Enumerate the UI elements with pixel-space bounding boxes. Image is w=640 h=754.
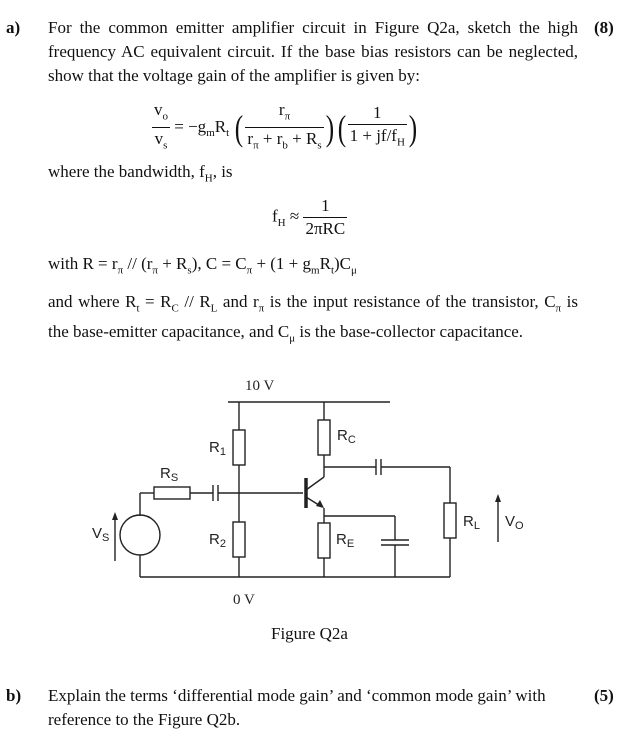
rs-resistor — [153, 486, 191, 500]
vs-source — [119, 514, 161, 556]
ground-label: 0 V — [233, 592, 255, 608]
r1-label: R1 — [209, 439, 226, 458]
rl-resistor — [443, 502, 457, 539]
rl-label: RL — [463, 513, 480, 532]
re-label: RE — [336, 531, 354, 550]
marks-b: (5) — [594, 686, 614, 705]
r2-resistor — [232, 521, 246, 558]
vs-label: VS — [92, 525, 109, 544]
re-resistor — [317, 522, 331, 559]
part-b-text: Explain the terms ‘differential mode gai… — [48, 686, 546, 729]
supply-label: 10 V — [245, 378, 274, 394]
question-label-b: b) — [6, 686, 22, 705]
figure-caption: Figure Q2a — [271, 624, 348, 643]
rs-label: RS — [160, 465, 178, 484]
r1-resistor — [232, 429, 246, 466]
rc-label: RC — [337, 427, 356, 446]
rc-resistor — [317, 419, 331, 456]
r2-label: R2 — [209, 531, 226, 550]
vo-label: VO — [505, 513, 524, 532]
